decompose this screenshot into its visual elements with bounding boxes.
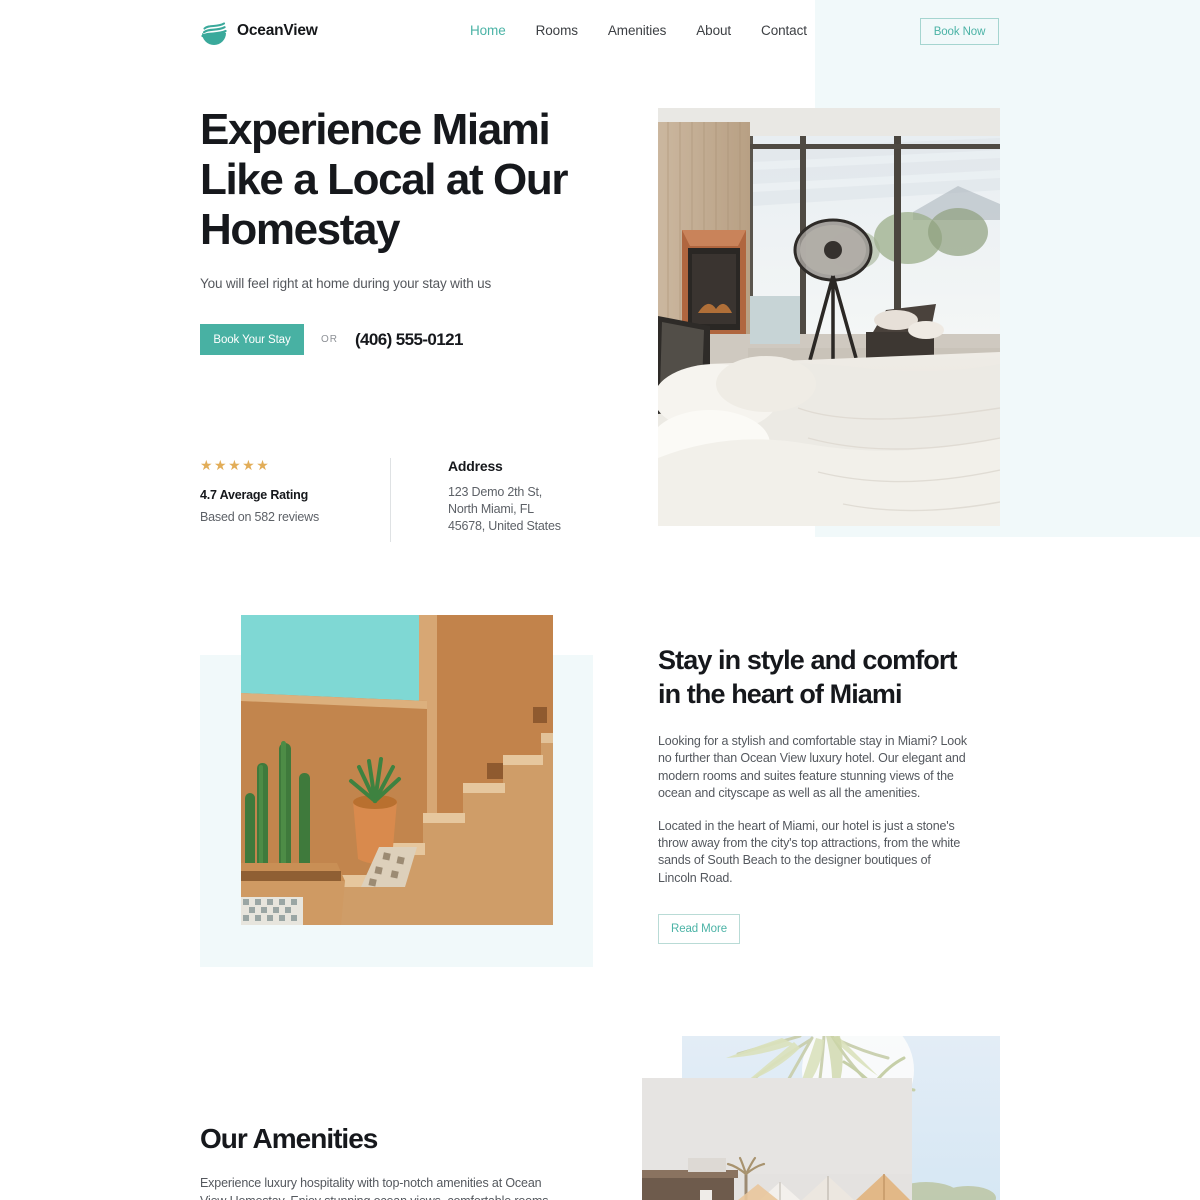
nav-item-about[interactable]: About [681,23,746,38]
read-more-button[interactable]: Read More [658,914,740,945]
hero-actions: Book Your Stay OR (406) 555-0121 [200,324,463,355]
about-paragraph-2: Located in the heart of Miami, our hotel… [658,818,961,885]
hero-subtitle: You will feel right at home during your … [200,276,492,291]
wave-circle-logo-icon [200,16,228,46]
book-your-stay-button[interactable]: Book Your Stay [200,324,304,355]
address-block: Address 123 Demo 2th St, North Miami, FL… [448,458,570,542]
or-separator-label: OR [321,334,338,345]
phone-link[interactable]: (406) 555-0121 [355,330,463,350]
review-count-label: Based on 582 reviews [200,510,319,524]
about-copy: Stay in style and comfort in the heart o… [658,644,970,945]
nav-item-amenities[interactable]: Amenities [593,23,681,38]
amenities-paragraph: Experience luxury hospitality with top-n… [200,1176,552,1200]
amenities-heading: Our Amenities [200,1123,378,1154]
landing-page: OceanView Home Rooms Amenities About Con… [0,0,1200,1200]
book-now-button[interactable]: Book Now [920,18,999,45]
site-header: OceanView Home Rooms Amenities About Con… [0,0,1200,64]
address-heading: Address [448,458,503,474]
amenities-image-front [642,1078,912,1200]
about-image [241,615,553,925]
stats-row: ★★★★★ 4.7 Average Rating Based on 582 re… [200,458,570,542]
rating-block: ★★★★★ 4.7 Average Rating Based on 582 re… [200,458,390,542]
average-rating-label: 4.7 Average Rating [200,488,309,502]
about-heading: Stay in style and comfort in the heart o… [658,645,957,709]
hero-image [658,108,1000,526]
amenities-copy: Our Amenities Experience luxury hospital… [200,1122,560,1200]
nav-item-rooms[interactable]: Rooms [521,23,593,38]
nav-item-contact[interactable]: Contact [746,23,822,38]
about-paragraph-1: Looking for a stylish and comfortable st… [658,734,967,801]
nav-item-home[interactable]: Home [455,23,521,38]
brand-name: OceanView [237,22,318,39]
star-rating-icon: ★★★★★ [200,457,271,473]
page-title: Experience Miami Like a Local at Our Hom… [200,105,568,254]
main-nav: Home Rooms Amenities About Contact [455,23,822,38]
address-text: 123 Demo 2th St, North Miami, FL 45678, … [448,485,561,533]
hero-copy: Experience Miami Like a Local at Our Hom… [200,105,620,291]
vertical-divider [390,458,391,542]
brand-logo[interactable]: OceanView [200,16,318,46]
